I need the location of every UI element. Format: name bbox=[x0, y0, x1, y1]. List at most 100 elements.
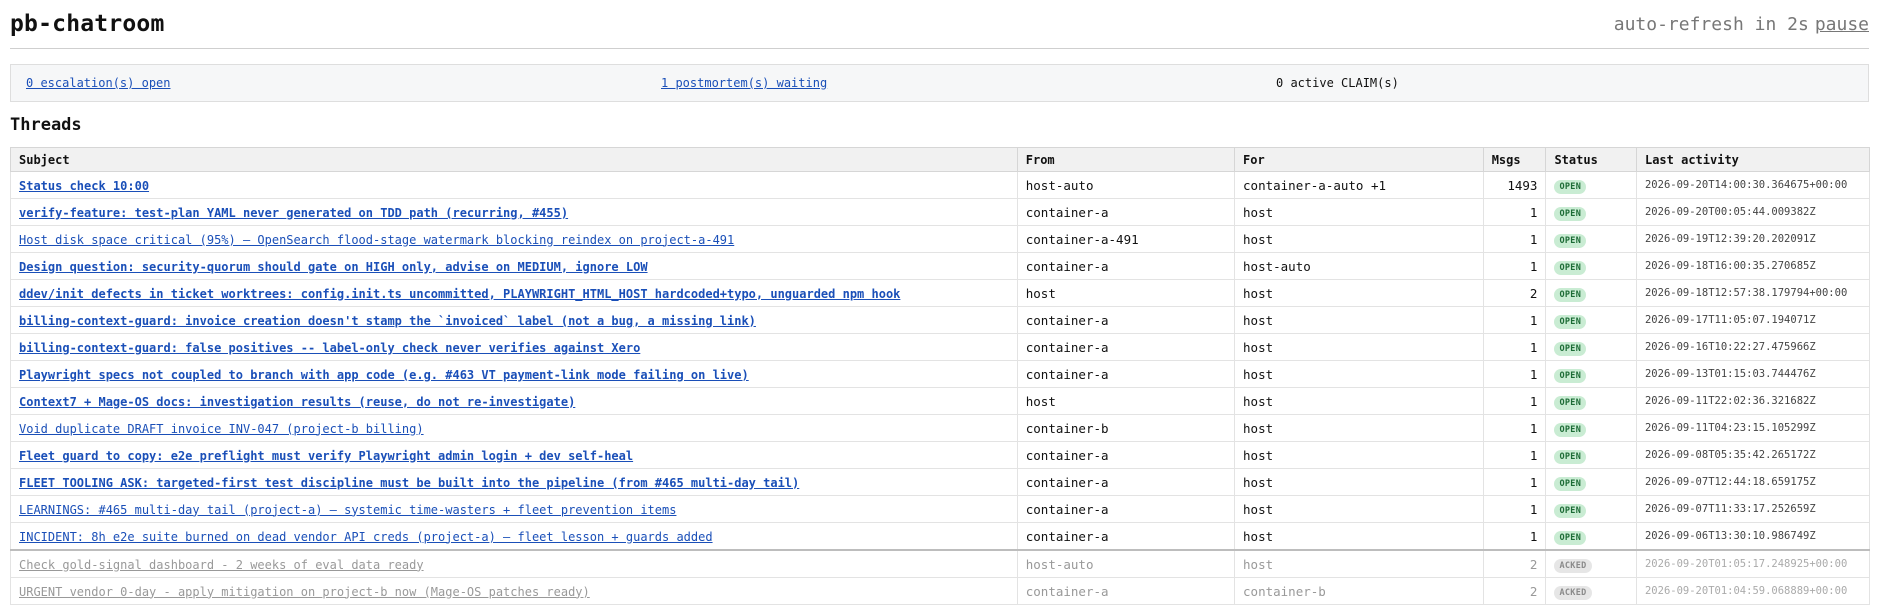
thread-subject-cell: Fleet guard to copy: e2e preflight must … bbox=[10, 441, 1018, 469]
thread-status-cell: OPEN bbox=[1545, 495, 1637, 523]
thread-row[interactable]: Context7 + Mage-OS docs: investigation r… bbox=[10, 387, 1871, 415]
thread-status-cell: OPEN bbox=[1545, 360, 1637, 388]
thread-status-cell: OPEN bbox=[1545, 306, 1637, 334]
threads-table: Subject From For Msgs Status Last activity St… bbox=[10, 147, 1871, 605]
thread-row[interactable]: billing-context-guard: false positives -… bbox=[10, 333, 1871, 361]
auto-refresh-status: auto-refresh in 2s pause bbox=[1614, 14, 1869, 35]
thread-row[interactable]: URGENT vendor 0-day - apply mitigation o… bbox=[10, 577, 1871, 605]
thread-row[interactable]: INCIDENT: 8h e2e suite burned on dead ve… bbox=[10, 522, 1871, 551]
thread-row[interactable]: Fleet guard to copy: e2e preflight must … bbox=[10, 441, 1871, 469]
thread-subject-cell: FLEET TOOLING ASK: targeted-first test d… bbox=[10, 468, 1018, 496]
thread-msgs-cell: 1 bbox=[1482, 306, 1547, 334]
thread-from-cell: container-a bbox=[1016, 333, 1236, 361]
thread-row[interactable]: Status check 10:00 host-auto container-a-a… bbox=[10, 171, 1871, 199]
column-header-last-activity: Last activity bbox=[1635, 147, 1871, 172]
thread-subject-link[interactable]: Context7 + Mage-OS docs: investigation r… bbox=[19, 395, 575, 409]
thread-subject-link[interactable]: INCIDENT: 8h e2e suite burned on dead ve… bbox=[19, 530, 713, 544]
thread-for-cell: host bbox=[1234, 198, 1484, 226]
status-badge: OPEN bbox=[1554, 422, 1587, 437]
thread-subject-link[interactable]: Check gold-signal dashboard - 2 weeks of… bbox=[19, 558, 424, 572]
thread-subject-link[interactable]: URGENT vendor 0-day - apply mitigation o… bbox=[19, 585, 590, 599]
thread-subject-link[interactable]: Playwright specs not coupled to branch w… bbox=[19, 368, 749, 382]
thread-row[interactable]: billing-context-guard: invoice creation … bbox=[10, 306, 1871, 334]
thread-subject-cell: Host disk space critical (95%) — OpenSea… bbox=[10, 225, 1018, 253]
column-header-for: For bbox=[1234, 147, 1484, 172]
thread-from-cell: container-a bbox=[1016, 360, 1236, 388]
thread-for-cell: host bbox=[1234, 306, 1484, 334]
auto-refresh-text: auto-refresh in 2s bbox=[1613, 13, 1809, 35]
thread-for-cell: host bbox=[1234, 225, 1484, 253]
thread-subject-link[interactable]: billing-context-guard: false positives -… bbox=[19, 341, 640, 355]
thread-for-cell: container-a-auto +1 bbox=[1234, 171, 1484, 199]
escalations-cell: 0 escalation(s) open bbox=[11, 76, 646, 90]
column-header-from: From bbox=[1016, 147, 1236, 172]
thread-row[interactable]: Check gold-signal dashboard - 2 weeks of… bbox=[10, 549, 1871, 578]
escalations-link[interactable]: 0 escalation(s) open bbox=[26, 76, 171, 90]
thread-row[interactable]: Design question: security-quorum should … bbox=[10, 252, 1871, 280]
thread-subject-link[interactable]: Fleet guard to copy: e2e preflight must … bbox=[19, 449, 633, 463]
thread-from-cell: container-a bbox=[1016, 495, 1236, 523]
thread-subject-cell: verify-feature: test-plan YAML never gen… bbox=[10, 198, 1018, 226]
thread-subject-link[interactable]: Host disk space critical (95%) — OpenSea… bbox=[19, 233, 734, 247]
thread-subject-link[interactable]: Status check 10:00 bbox=[19, 179, 149, 193]
thread-last-activity-cell: 2026-09-11T22:02:36.321682Z bbox=[1635, 387, 1871, 415]
postmortems-cell: 1 postmortem(s) waiting bbox=[646, 76, 1261, 90]
thread-for-cell: host bbox=[1234, 387, 1484, 415]
thread-subject-link[interactable]: verify-feature: test-plan YAML never gen… bbox=[19, 206, 568, 220]
thread-row[interactable]: Host disk space critical (95%) — OpenSea… bbox=[10, 225, 1871, 253]
thread-from-cell: container-b bbox=[1016, 414, 1236, 442]
postmortems-link[interactable]: 1 postmortem(s) waiting bbox=[661, 76, 827, 90]
status-badge: OPEN bbox=[1554, 503, 1587, 518]
pause-link[interactable]: pause bbox=[1815, 14, 1869, 35]
thread-msgs-cell: 1 bbox=[1482, 198, 1547, 226]
thread-subject-cell: billing-context-guard: false positives -… bbox=[10, 333, 1018, 361]
thread-for-cell: host bbox=[1234, 414, 1484, 442]
thread-msgs-cell: 1 bbox=[1482, 225, 1547, 253]
thread-last-activity-cell: 2026-09-20T01:05:17.248925+00:00 bbox=[1635, 549, 1871, 578]
thread-subject-cell: Check gold-signal dashboard - 2 weeks of… bbox=[10, 549, 1018, 578]
thread-for-cell: host bbox=[1234, 468, 1484, 496]
thread-subject-cell: Playwright specs not coupled to branch w… bbox=[10, 360, 1018, 388]
thread-for-cell: host bbox=[1234, 549, 1484, 578]
thread-status-cell: OPEN bbox=[1545, 252, 1637, 280]
thread-from-cell: container-a-491 bbox=[1016, 225, 1236, 253]
thread-subject-link[interactable]: Void duplicate DRAFT invoice INV-047 (pr… bbox=[19, 422, 424, 436]
threads-header-row: Subject From For Msgs Status Last activity bbox=[10, 147, 1871, 172]
thread-for-cell: container-b bbox=[1234, 577, 1484, 605]
thread-row[interactable]: verify-feature: test-plan YAML never gen… bbox=[10, 198, 1871, 226]
status-badge: OPEN bbox=[1554, 368, 1587, 383]
thread-from-cell: host-auto bbox=[1016, 171, 1236, 199]
thread-last-activity-cell: 2026-09-13T01:15:03.744476Z bbox=[1635, 360, 1871, 388]
thread-subject-link[interactable]: billing-context-guard: invoice creation … bbox=[19, 314, 756, 328]
status-badge: OPEN bbox=[1554, 395, 1587, 410]
thread-msgs-cell: 1 bbox=[1482, 387, 1547, 415]
thread-status-cell: OPEN bbox=[1545, 414, 1637, 442]
thread-row[interactable]: LEARNINGS: #465 multi-day tail (project-… bbox=[10, 495, 1871, 523]
thread-from-cell: host bbox=[1016, 387, 1236, 415]
thread-row[interactable]: Playwright specs not coupled to branch w… bbox=[10, 360, 1871, 388]
status-badge: ACKED bbox=[1554, 585, 1592, 600]
thread-subject-link[interactable]: LEARNINGS: #465 multi-day tail (project-… bbox=[19, 503, 676, 517]
status-badge: OPEN bbox=[1554, 476, 1587, 491]
thread-row[interactable]: ddev/init defects in ticket worktrees: c… bbox=[10, 279, 1871, 307]
thread-subject-link[interactable]: Design question: security-quorum should … bbox=[19, 260, 648, 274]
thread-for-cell: host-auto bbox=[1234, 252, 1484, 280]
thread-msgs-cell: 1 bbox=[1482, 495, 1547, 523]
thread-for-cell: host bbox=[1234, 279, 1484, 307]
thread-last-activity-cell: 2026-09-06T13:30:10.986749Z bbox=[1635, 522, 1871, 551]
thread-last-activity-cell: 2026-09-18T12:57:38.179794+00:00 bbox=[1635, 279, 1871, 307]
thread-subject-link[interactable]: ddev/init defects in ticket worktrees: c… bbox=[19, 287, 900, 301]
thread-msgs-cell: 2 bbox=[1482, 577, 1547, 605]
thread-row[interactable]: Void duplicate DRAFT invoice INV-047 (pr… bbox=[10, 414, 1871, 442]
status-badge: OPEN bbox=[1554, 449, 1587, 464]
thread-status-cell: ACKED bbox=[1545, 549, 1637, 578]
thread-subject-link[interactable]: FLEET TOOLING ASK: targeted-first test d… bbox=[19, 476, 799, 490]
status-badge: OPEN bbox=[1554, 233, 1587, 248]
summary-bar: 0 escalation(s) open 1 postmortem(s) wai… bbox=[10, 64, 1869, 102]
thread-subject-cell: INCIDENT: 8h e2e suite burned on dead ve… bbox=[10, 522, 1018, 551]
thread-row[interactable]: FLEET TOOLING ASK: targeted-first test d… bbox=[10, 468, 1871, 496]
thread-status-cell: OPEN bbox=[1545, 387, 1637, 415]
status-badge: OPEN bbox=[1554, 179, 1587, 194]
thread-msgs-cell: 1 bbox=[1482, 414, 1547, 442]
status-badge: OPEN bbox=[1554, 287, 1587, 302]
